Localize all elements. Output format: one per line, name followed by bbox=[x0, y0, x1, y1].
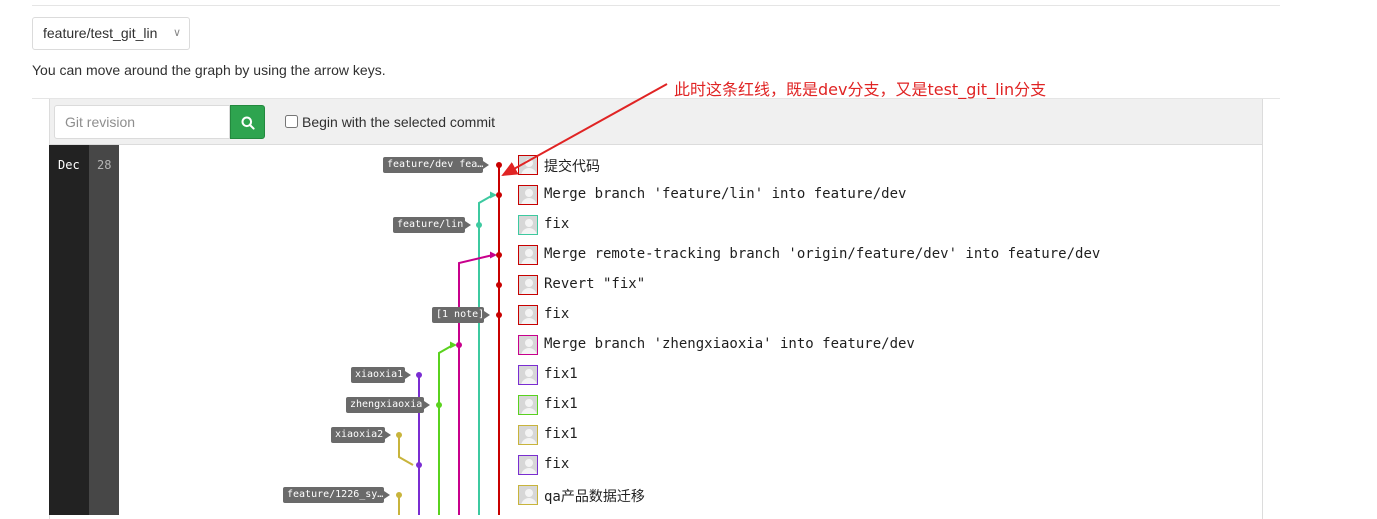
annotation-arrow bbox=[501, 83, 668, 176]
